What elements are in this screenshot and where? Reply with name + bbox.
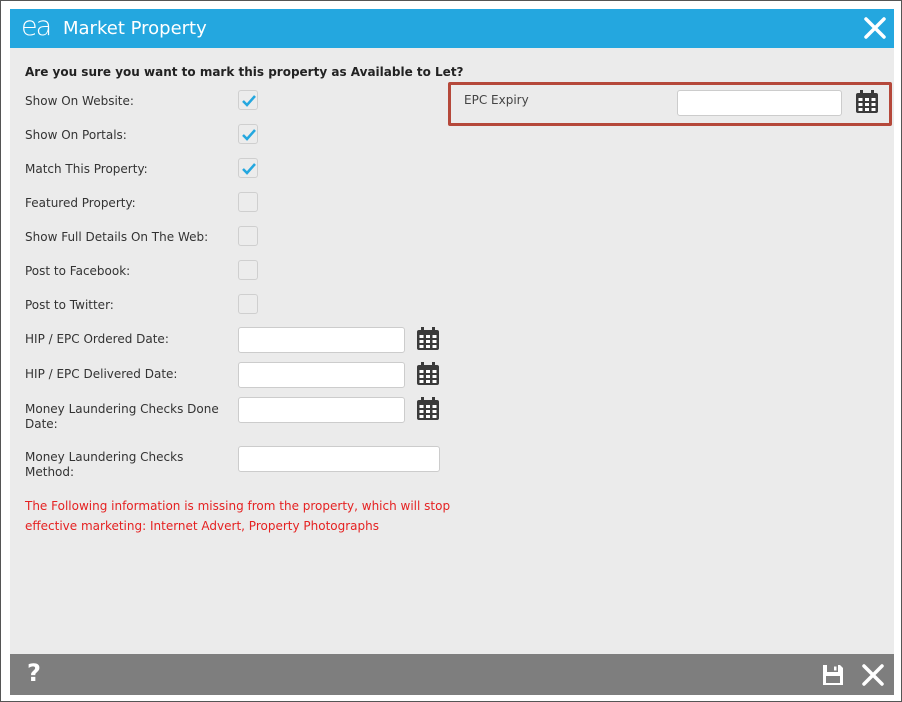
- close-icon[interactable]: [861, 663, 885, 687]
- money-laundering-method-label: Money Laundering Checks Method:: [25, 450, 184, 479]
- calendar-icon[interactable]: [416, 362, 440, 386]
- check-icon: [242, 95, 256, 107]
- show-full-details-checkbox[interactable]: [238, 226, 258, 246]
- show-on-website-checkbox[interactable]: [238, 90, 258, 110]
- post-to-twitter-label: Post to Twitter:: [25, 298, 114, 312]
- epc-expiry-input[interactable]: [677, 90, 842, 116]
- epc-delivered-date-label: HIP / EPC Delivered Date:: [25, 367, 178, 381]
- epc-expiry-label: EPC Expiry: [464, 93, 529, 107]
- app-logo: ea: [21, 11, 52, 42]
- screenshot-frame: ea Market Property Are you sure you want…: [0, 0, 902, 702]
- post-to-twitter-checkbox[interactable]: [238, 294, 258, 314]
- market-property-dialog: ea Market Property Are you sure you want…: [10, 9, 894, 695]
- show-on-portals-label: Show On Portals:: [25, 128, 127, 142]
- money-laundering-date-label: Money Laundering Checks Done Date:: [25, 402, 219, 431]
- featured-property-checkbox[interactable]: [238, 192, 258, 212]
- show-full-details-label: Show Full Details On The Web:: [25, 230, 209, 244]
- dialog-titlebar: ea Market Property: [10, 9, 894, 48]
- post-to-facebook-label: Post to Facebook:: [25, 264, 131, 278]
- close-icon[interactable]: [862, 15, 888, 41]
- calendar-icon[interactable]: [416, 397, 440, 421]
- dialog-title: Market Property: [63, 18, 207, 39]
- match-property-checkbox[interactable]: [238, 158, 258, 178]
- post-to-facebook-checkbox[interactable]: [238, 260, 258, 280]
- featured-property-label: Featured Property:: [25, 196, 136, 210]
- calendar-icon[interactable]: [416, 327, 440, 351]
- epc-delivered-date-input[interactable]: [238, 362, 405, 388]
- save-icon[interactable]: [822, 664, 844, 686]
- show-on-website-label: Show On Website:: [25, 94, 134, 108]
- epc-ordered-date-input[interactable]: [238, 327, 405, 353]
- check-icon: [242, 163, 256, 175]
- money-laundering-date-input[interactable]: [238, 397, 405, 423]
- money-laundering-method-input[interactable]: [238, 446, 440, 472]
- check-icon: [242, 129, 256, 141]
- missing-info-warning: The Following information is missing fro…: [25, 499, 451, 533]
- match-property-label: Match This Property:: [25, 162, 148, 176]
- confirmation-question: Are you sure you want to mark this prope…: [25, 65, 464, 79]
- calendar-icon[interactable]: [855, 90, 879, 114]
- help-icon[interactable]: ?: [27, 659, 41, 687]
- show-on-portals-checkbox[interactable]: [238, 124, 258, 144]
- dialog-footer: ?: [10, 654, 894, 695]
- epc-ordered-date-label: HIP / EPC Ordered Date:: [25, 332, 169, 346]
